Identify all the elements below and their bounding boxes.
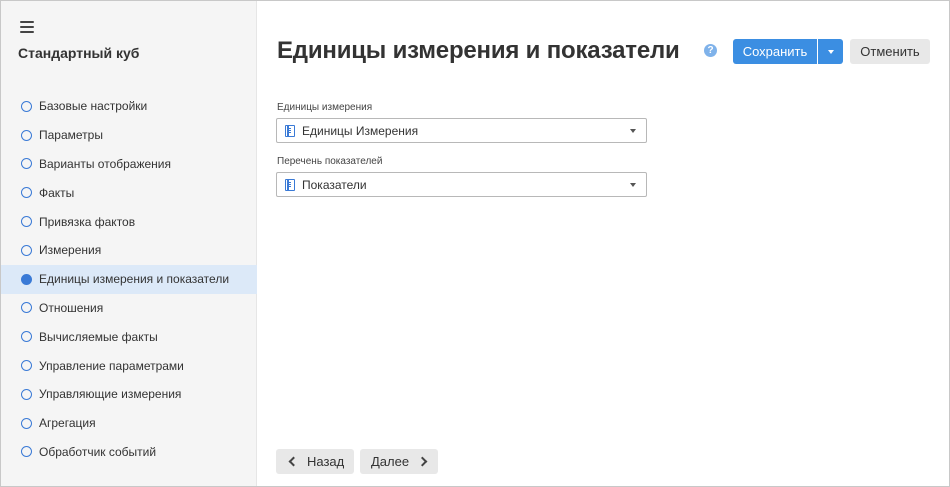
step-facts[interactable]: Факты	[1, 178, 257, 207]
radio-icon	[21, 417, 32, 429]
radio-icon	[21, 446, 32, 458]
step-units-and-indicators[interactable]: Единицы измерения и показатели	[1, 264, 257, 294]
step-label: Базовые настройки	[39, 99, 148, 114]
step-label: Обработчик событий	[39, 444, 157, 459]
step-parameters[interactable]: Параметры	[1, 121, 257, 150]
next-button[interactable]: Далее	[360, 449, 438, 474]
save-button[interactable]: Сохранить	[733, 39, 817, 64]
hamburger-icon[interactable]	[20, 21, 34, 33]
step-parameter-management[interactable]: Управление параметрами	[1, 351, 257, 380]
radio-icon	[21, 158, 32, 170]
step-event-handler[interactable]: Обработчик событий	[1, 438, 257, 467]
next-label: Далее	[371, 454, 410, 469]
back-label: Назад	[307, 454, 345, 469]
units-label: Единицы измерения	[277, 102, 373, 113]
step-label: Параметры	[39, 128, 103, 143]
sidebar: Стандартный куб Базовые настройки Параме…	[1, 1, 257, 486]
main-panel: Единицы измерения и показатели ? Сохрани…	[257, 1, 949, 486]
step-label: Отношения	[39, 300, 104, 315]
units-select-value: Единицы Измерения	[302, 123, 419, 138]
chevron-right-icon	[417, 456, 428, 467]
radio-icon	[21, 244, 32, 256]
step-label: Привязка фактов	[39, 214, 136, 229]
radio-icon	[21, 360, 32, 372]
indicators-select-value: Показатели	[302, 177, 367, 192]
step-control-dimensions[interactable]: Управляющие измерения	[1, 380, 257, 409]
page-title: Единицы измерения и показатели	[277, 37, 680, 64]
step-label: Измерения	[39, 243, 102, 258]
help-icon[interactable]: ?	[704, 44, 717, 57]
step-calculated-facts[interactable]: Вычисляемые факты	[1, 322, 257, 351]
radio-icon	[21, 100, 32, 112]
chevron-down-icon	[630, 128, 636, 133]
step-fact-binding[interactable]: Привязка фактов	[1, 207, 257, 236]
step-label: Факты	[39, 185, 75, 200]
chevron-down-icon	[827, 49, 834, 54]
step-dimensions[interactable]: Измерения	[1, 236, 257, 265]
step-aggregation[interactable]: Агрегация	[1, 409, 257, 438]
step-list: Базовые настройки Параметры Варианты ото…	[1, 92, 257, 466]
radio-icon	[21, 187, 32, 199]
chevron-left-icon	[288, 456, 299, 467]
step-label: Управляющие измерения	[39, 387, 182, 402]
wizard-window: Стандартный куб Базовые настройки Параме…	[0, 0, 950, 487]
step-label: Вычисляемые факты	[39, 329, 158, 344]
radio-icon	[21, 331, 32, 343]
radio-icon	[21, 216, 32, 228]
step-label: Агрегация	[39, 416, 96, 431]
save-dropdown-button[interactable]	[818, 39, 843, 64]
dictionary-icon	[285, 178, 295, 191]
step-basic-settings[interactable]: Базовые настройки	[1, 92, 257, 121]
step-label: Управление параметрами	[39, 358, 184, 373]
indicators-select[interactable]: Показатели	[276, 172, 647, 197]
cancel-button[interactable]: Отменить	[850, 39, 930, 64]
radio-icon	[21, 273, 32, 285]
dictionary-icon	[285, 124, 295, 137]
radio-icon	[21, 302, 32, 314]
step-label: Единицы измерения и показатели	[39, 272, 230, 287]
back-button[interactable]: Назад	[276, 449, 354, 474]
units-select[interactable]: Единицы Измерения	[276, 118, 647, 143]
sidebar-title: Стандартный куб	[18, 45, 140, 61]
step-display-variants[interactable]: Варианты отображения	[1, 150, 257, 179]
step-relations[interactable]: Отношения	[1, 294, 257, 323]
indicators-label: Перечень показателей	[277, 156, 383, 167]
chevron-down-icon	[630, 182, 636, 187]
radio-icon	[21, 388, 32, 400]
radio-icon	[21, 129, 32, 141]
step-label: Варианты отображения	[39, 156, 172, 171]
